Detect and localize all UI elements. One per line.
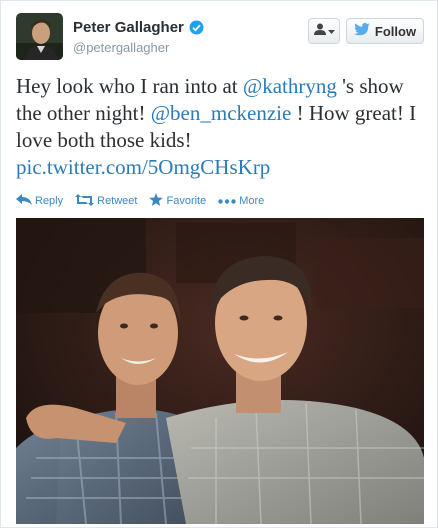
reply-label: Reply bbox=[35, 195, 64, 207]
more-action[interactable]: More bbox=[218, 193, 264, 209]
more-dots-icon bbox=[218, 195, 236, 207]
reply-action[interactable]: Reply bbox=[16, 193, 63, 209]
tweet-text: Hey look who I ran into at @kathryng 's … bbox=[16, 73, 426, 181]
tweet-text-part-1: Hey look who I ran into at bbox=[16, 74, 243, 98]
chevron-down-icon bbox=[327, 22, 335, 40]
retweet-label: Retweet bbox=[97, 195, 138, 207]
follow-label: Follow bbox=[374, 23, 417, 39]
retweet-icon bbox=[75, 193, 95, 209]
retweet-action[interactable]: Retweet bbox=[75, 193, 137, 209]
photo-link[interactable]: pic.twitter.com/5OmgCHsKrp bbox=[16, 155, 270, 179]
tweet-photo[interactable] bbox=[16, 218, 424, 524]
avatar[interactable] bbox=[16, 13, 63, 60]
favorite-action[interactable]: Favorite bbox=[149, 193, 206, 209]
user-actions-dropdown[interactable] bbox=[308, 18, 340, 44]
more-label: More bbox=[239, 195, 265, 207]
user-name-label[interactable]: Peter Gallagher bbox=[73, 19, 184, 36]
user-name[interactable]: Peter Gallagher bbox=[73, 19, 204, 36]
tweet-card: Peter Gallagher @petergallagher Follow H bbox=[0, 0, 438, 528]
mention-kathryng[interactable]: @kathryng bbox=[243, 74, 337, 98]
twitter-bird-icon bbox=[353, 23, 370, 39]
user-icon bbox=[313, 22, 326, 40]
favorite-label: Favorite bbox=[166, 195, 207, 207]
follow-button[interactable]: Follow bbox=[346, 18, 424, 44]
mention-ben-mckenzie[interactable]: @ben_mckenzie bbox=[151, 101, 292, 125]
star-icon bbox=[149, 193, 164, 209]
tweet-actions: Reply Retweet Favorite More bbox=[16, 193, 264, 209]
reply-icon bbox=[16, 194, 32, 208]
user-handle[interactable]: @petergallagher bbox=[73, 40, 169, 55]
verified-badge-icon bbox=[189, 20, 204, 35]
